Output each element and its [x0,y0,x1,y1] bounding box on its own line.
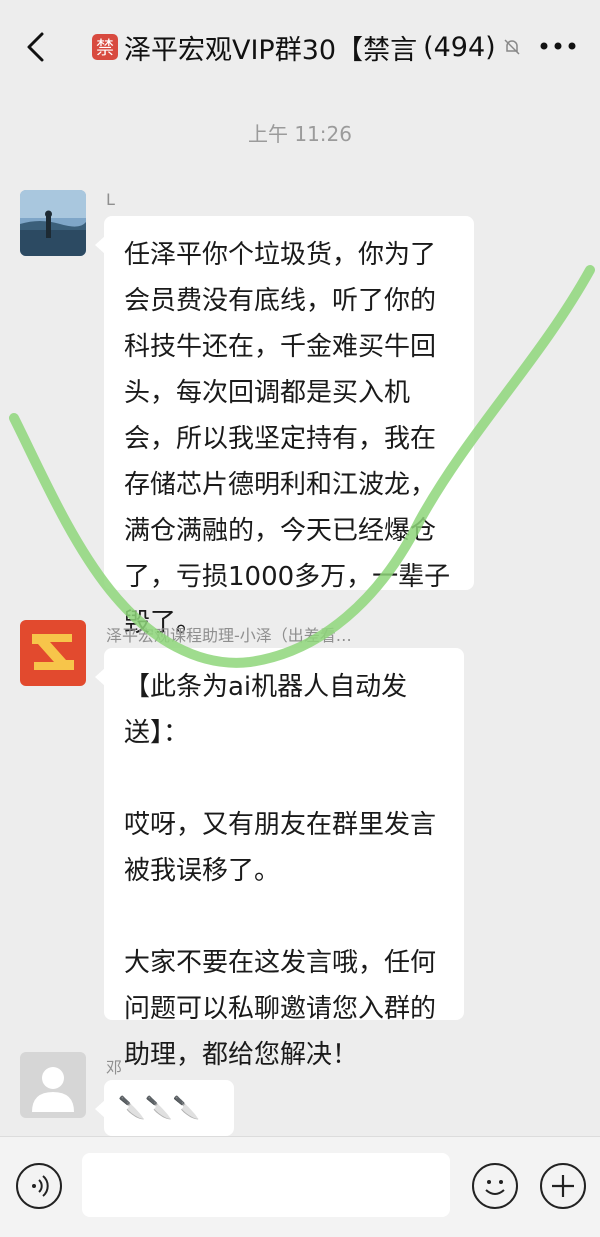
message-text: 哎呀，又有朋友在群里发言 [124,810,437,840]
smiley-icon [485,1180,505,1195]
emoji-button[interactable] [472,1163,518,1209]
group-name: 泽平宏观VIP群30【禁言 [124,34,418,66]
message-text: 送】： [124,718,190,748]
message-text: 【此条为ai机器人自动发 [124,672,408,702]
message-text: 会员费没有底线，听了你的 [124,286,437,316]
lake-photo-avatar-icon [20,190,86,256]
message-text: 问题可以私聊邀请您入群的 [124,994,437,1024]
muted-group-badge: 禁 [92,34,118,60]
message-bubble[interactable]: 🔪🔪🔪 [95,1080,234,1136]
message-bubble[interactable]: 【此条为ai机器人自动发 送】： 哎呀，又有朋友在群里发言 被我误移了。 大家不… [95,648,464,1070]
sender-name: 泽平宏观课程助理-小泽（出差看… [106,626,352,645]
message-timestamp: 上午 11:26 [248,122,352,146]
back-arrow-icon[interactable] [20,30,54,64]
message-text: 存储芯片德明利和江波龙， [124,470,437,500]
avatar[interactable] [20,620,86,686]
chat-input-bar [0,1136,600,1237]
message-text: 会，所以我坚定持有，我在 [124,424,437,454]
message-text: 科技牛还在，千金难买牛回 [124,332,437,362]
message-text: 任泽平你个垃圾货，你为了 [124,240,437,270]
member-count: (494) [423,31,496,63]
message-input[interactable] [82,1153,450,1217]
more-functions-button[interactable] [540,1163,586,1209]
voice-wave-icon [32,1175,49,1197]
message-bubble[interactable]: 任泽平你个垃圾货，你为了 会员费没有底线，听了你的 科技牛还在，千金难买牛回 头… [95,216,474,638]
sender-name: L [106,190,115,209]
message-text: 大家不要在这发言哦，任何 [124,948,437,978]
avatar[interactable] [20,190,86,256]
chat-title: 禁 泽平宏观VIP群30【禁言 (494) [92,28,522,66]
message-text: 了，亏损1000多万，一辈子 [124,562,451,592]
more-options-icon[interactable] [538,38,578,54]
plus-icon [552,1175,574,1197]
message-text: 满仓满融的，今天已经爆仓 [124,516,437,546]
message-text: 🔪🔪🔪 [118,1096,201,1121]
chat-header: 禁 泽平宏观VIP群30【禁言 (494) [0,0,600,92]
brand-logo-avatar-icon [20,620,86,686]
avatar[interactable] [20,1052,86,1118]
default-user-avatar-icon [20,1052,86,1118]
message-text: 头，每次回调都是买入机 [124,378,411,408]
message-text: 被我误移了。 [124,856,281,886]
voice-input-button[interactable] [16,1163,62,1209]
message-text: 助理，都给您解决！ [124,1040,359,1070]
mute-bell-icon [504,39,520,55]
sender-name: 邓 [106,1058,123,1077]
